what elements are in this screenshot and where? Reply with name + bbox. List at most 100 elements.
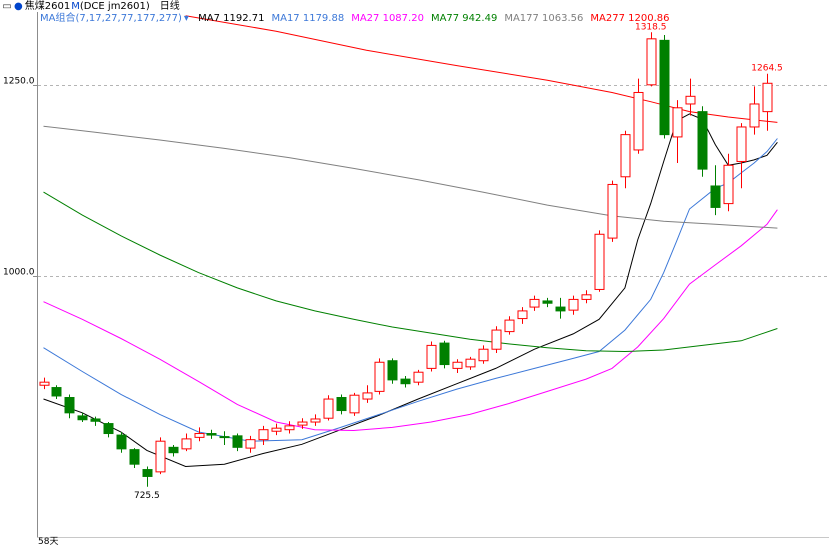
candle[interactable] — [103, 422, 114, 438]
candle[interactable] — [659, 34, 670, 139]
candle-body — [284, 425, 295, 431]
candle[interactable] — [323, 395, 334, 421]
dropdown-arrow-icon[interactable]: ▾ — [184, 13, 189, 24]
period-label[interactable]: 日线 — [160, 1, 180, 12]
candle[interactable] — [749, 86, 760, 135]
candle-body — [362, 392, 373, 400]
candle[interactable] — [374, 358, 385, 395]
candle-body — [555, 306, 566, 312]
candlestick-chart[interactable]: 1000.01250.0 1318.51264.5725.5 58天 — [0, 0, 829, 547]
y-tick-label: 1250.0 — [3, 77, 35, 87]
candle[interactable] — [529, 295, 540, 311]
candle-body — [116, 434, 127, 450]
candle[interactable] — [723, 153, 734, 212]
candle-body — [633, 91, 644, 151]
candle-body — [749, 103, 760, 128]
candle-body — [685, 95, 696, 105]
candle[interactable] — [581, 290, 592, 304]
candle[interactable] — [439, 340, 450, 369]
candles[interactable] — [39, 32, 773, 487]
candle[interactable] — [710, 165, 721, 216]
candle[interactable] — [245, 435, 256, 453]
ma77-line — [43, 191, 778, 353]
legend-item-ma277: MA277 1200.86 — [590, 13, 670, 24]
candle-body — [245, 439, 256, 449]
candle-body — [710, 185, 721, 208]
legend-item-ma7: MA7 1192.71 — [198, 13, 265, 24]
candle[interactable] — [362, 385, 373, 403]
candle[interactable] — [607, 180, 618, 242]
candle[interactable] — [504, 316, 515, 335]
candle[interactable] — [232, 433, 243, 452]
candle-body — [219, 436, 230, 439]
window-toggle-icon[interactable]: ▭ — [0, 0, 14, 13]
price-annotations: 1318.51264.5725.5 — [134, 22, 783, 500]
candle-body — [374, 361, 385, 392]
candle[interactable] — [400, 376, 411, 388]
candle[interactable] — [181, 433, 192, 452]
candle-body — [452, 361, 463, 369]
candle[interactable] — [310, 414, 321, 426]
candle-body — [51, 387, 62, 397]
candle[interactable] — [620, 130, 631, 189]
candle[interactable] — [697, 106, 708, 177]
candle[interactable] — [413, 369, 424, 386]
candle[interactable] — [517, 307, 528, 324]
candle[interactable] — [594, 230, 605, 292]
candle[interactable] — [762, 73, 773, 131]
chart-header: ▭ ● 焦煤2601M(DCE jm2601) 日线 — [0, 0, 829, 13]
candle-body — [194, 433, 205, 438]
candle[interactable] — [349, 392, 360, 416]
candle[interactable] — [426, 341, 437, 372]
candle[interactable] — [206, 429, 217, 439]
candle-body — [103, 423, 114, 435]
candle-body — [568, 298, 579, 311]
candle-body — [168, 446, 179, 454]
candle[interactable] — [64, 394, 75, 419]
candle[interactable] — [258, 425, 269, 446]
candle-body — [181, 438, 192, 450]
candle[interactable] — [116, 432, 127, 453]
candle-body — [349, 394, 360, 414]
candle[interactable] — [51, 385, 62, 400]
symbol-name[interactable]: 焦煤2601 — [25, 1, 70, 12]
candle[interactable] — [297, 418, 308, 429]
legend-item-ma177: MA177 1063.56 — [504, 13, 584, 24]
candle[interactable] — [452, 359, 463, 373]
candle[interactable] — [465, 356, 476, 370]
candle[interactable] — [284, 421, 295, 434]
price-annotation: 725.5 — [134, 491, 160, 501]
symbol-dot-icon: ● — [14, 1, 23, 12]
candle[interactable] — [194, 427, 205, 442]
candle-body — [142, 469, 153, 477]
candle[interactable] — [568, 295, 579, 315]
ma-combo-menu[interactable]: MA组合(7,17,27,77,177,277) — [40, 13, 182, 24]
candle-body — [620, 134, 631, 178]
candle[interactable] — [685, 78, 696, 116]
candle[interactable] — [478, 345, 489, 364]
ma277-line — [185, 15, 778, 123]
price-annotation: 1264.5 — [751, 64, 783, 74]
candle[interactable] — [387, 358, 398, 384]
candle[interactable] — [555, 297, 566, 319]
candle[interactable] — [155, 437, 166, 475]
exchange-code: (DCE jm2601) — [79, 1, 150, 12]
candle[interactable] — [271, 423, 282, 436]
candle[interactable] — [542, 297, 553, 308]
legend-item-ma77: MA77 942.49 — [430, 13, 498, 24]
candle[interactable] — [219, 431, 230, 446]
candle[interactable] — [633, 78, 644, 154]
candle-body — [646, 38, 657, 86]
candle[interactable] — [491, 326, 502, 354]
candle[interactable] — [129, 448, 140, 469]
ma-legend: MA组合(7,17,27,77,177,277) ▾ MA7 1192.71 MA1… — [40, 13, 684, 25]
candle-body — [529, 298, 540, 308]
candle[interactable] — [39, 377, 50, 390]
candle[interactable] — [142, 466, 153, 487]
candle[interactable] — [646, 32, 657, 87]
candle-body — [465, 358, 476, 368]
candle[interactable] — [736, 123, 747, 189]
candle[interactable] — [672, 100, 683, 163]
candle[interactable] — [336, 394, 347, 415]
candle[interactable] — [168, 445, 179, 457]
